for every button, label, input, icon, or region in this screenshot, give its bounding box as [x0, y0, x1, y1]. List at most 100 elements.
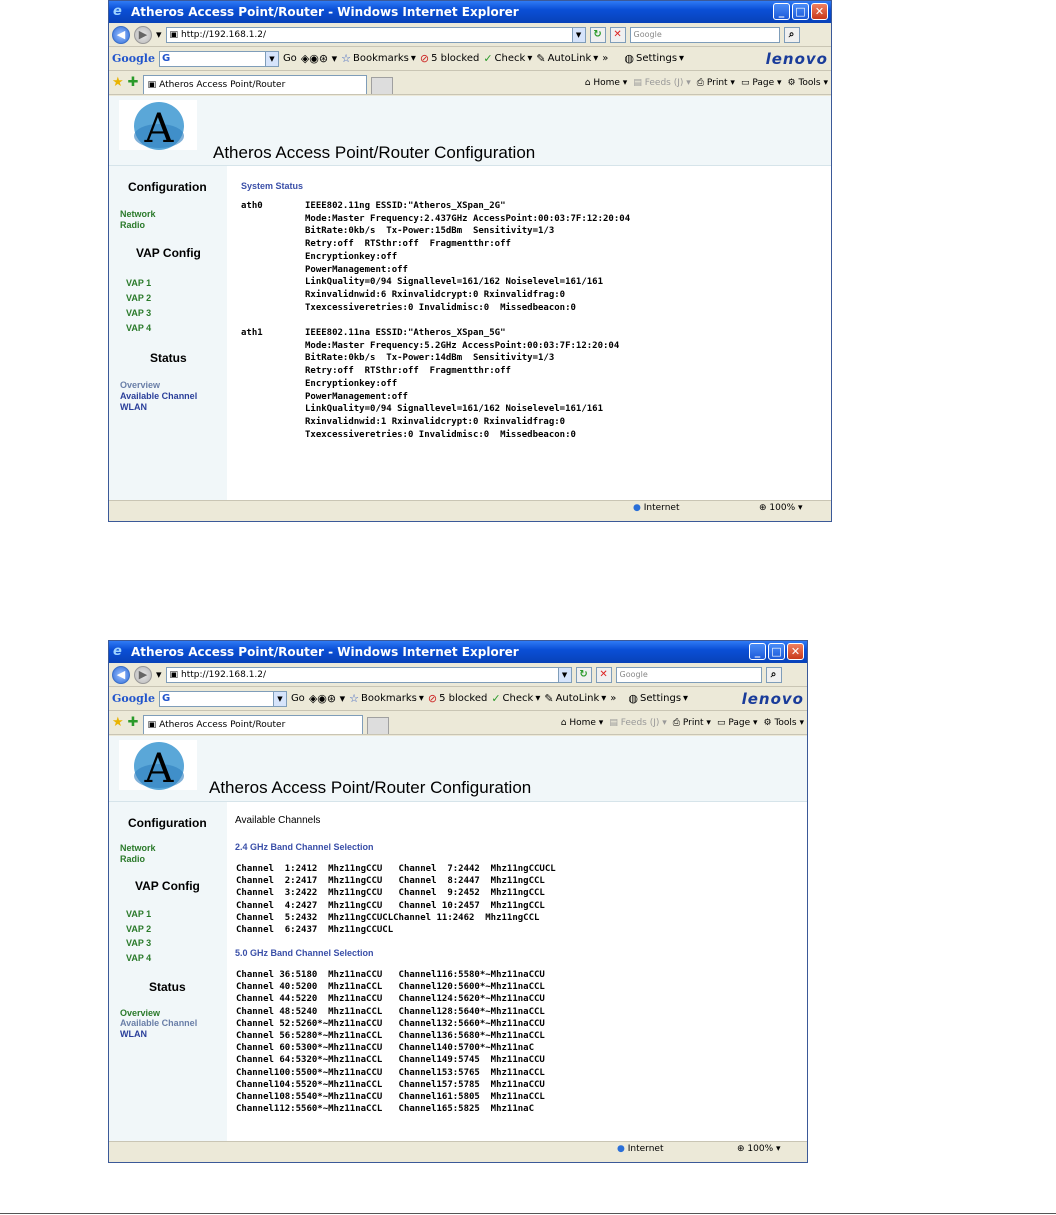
more-tools-button[interactable]: » — [610, 693, 616, 704]
address-url: http://192.168.1.2/ — [181, 669, 267, 680]
google-search-field[interactable]: G ▼ — [158, 50, 279, 67]
autolink-button[interactable]: ✎ AutoLink ▾ — [544, 692, 606, 705]
popup-blocked-button[interactable]: ⊘ 5 blocked — [428, 692, 487, 705]
history-dropdown-icon[interactable]: ▾ — [156, 28, 162, 41]
print-button[interactable]: ⎙ Print ▾ — [697, 78, 735, 88]
sidebar-item-vap1[interactable]: VAP 1 — [126, 909, 151, 920]
home-button[interactable]: ⌂ Home ▾ — [561, 718, 604, 728]
add-favorites-icon[interactable]: ✚ — [128, 75, 139, 90]
print-button[interactable]: ⎙ Print ▾ — [673, 718, 711, 728]
new-tab-button[interactable] — [370, 76, 393, 94]
tools-menu-button[interactable]: ⚙ Tools ▾ — [788, 78, 829, 88]
page-content: A Atheros Access Point/Router Configurat… — [109, 96, 831, 503]
toolbar-tools-icons[interactable]: ◈◉⊛ ▾ — [301, 52, 337, 65]
settings-button[interactable]: ◍ Settings ▾ — [628, 692, 688, 705]
spellcheck-button[interactable]: ✓ Check ▾ — [491, 692, 540, 705]
page-icon: ▣ — [169, 669, 179, 680]
favorites-star-icon[interactable]: ★ — [112, 75, 124, 90]
sidebar-item-wlan[interactable]: WLAN — [120, 1029, 147, 1040]
sidebar: Configuration Network Radio VAP Config V… — [109, 802, 227, 1144]
sidebar-item-network[interactable]: Network — [120, 209, 156, 220]
search-input[interactable]: Google — [615, 666, 762, 683]
address-bar[interactable]: ▣ http://192.168.1.2/ ▼ — [165, 666, 572, 683]
zoom-button[interactable]: ⊕ 100% ▾ — [759, 503, 803, 513]
sidebar-item-available-channel[interactable]: Available Channel — [120, 1018, 197, 1029]
refresh-button[interactable]: ↻ — [575, 666, 592, 683]
page-menu-button[interactable]: ▭ Page ▾ — [717, 718, 758, 728]
new-tab-button[interactable] — [366, 716, 389, 734]
go-button[interactable]: Go — [283, 53, 297, 64]
google-search-field[interactable]: G ▼ — [158, 690, 287, 707]
bookmarks-button[interactable]: ☆ Bookmarks ▾ — [341, 52, 416, 65]
browser-window-system-status: e Atheros Access Point/Router - Windows … — [108, 0, 832, 522]
sidebar-item-vap4[interactable]: VAP 4 — [126, 953, 151, 964]
zone-label: Internet — [643, 503, 680, 513]
address-bar[interactable]: ▣ http://192.168.1.2/ ▼ — [165, 26, 586, 43]
sidebar-item-vap3[interactable]: VAP 3 — [126, 308, 151, 319]
add-favorites-icon[interactable]: ✚ — [128, 715, 139, 730]
bookmarks-button[interactable]: ☆ Bookmarks ▾ — [349, 692, 424, 705]
sidebar-item-radio[interactable]: Radio — [120, 220, 145, 231]
sidebar-item-overview[interactable]: Overview — [120, 380, 160, 391]
forward-button[interactable]: ▶ — [134, 665, 152, 684]
settings-button[interactable]: ◍ Settings ▾ — [624, 52, 684, 65]
sidebar-heading-status: Status — [150, 351, 187, 365]
zoom-button[interactable]: ⊕ 100% ▾ — [737, 1144, 781, 1154]
sidebar-item-vap2[interactable]: VAP 2 — [126, 293, 151, 304]
search-button[interactable]: ⌕ — [765, 666, 782, 683]
search-button[interactable]: ⌕ — [783, 26, 800, 43]
minimize-button[interactable]: _ — [773, 3, 790, 20]
sidebar-item-vap2[interactable]: VAP 2 — [126, 924, 151, 935]
sidebar-item-radio[interactable]: Radio — [120, 854, 145, 865]
tab-label: Atheros Access Point/Router — [159, 720, 286, 730]
feeds-button[interactable]: ▤ Feeds (J) ▾ — [633, 78, 690, 88]
back-button[interactable]: ◀ — [112, 665, 130, 684]
sidebar-item-network[interactable]: Network — [120, 843, 156, 854]
go-button[interactable]: Go — [291, 693, 305, 704]
close-button[interactable]: ✕ — [787, 643, 804, 660]
address-dropdown-icon[interactable]: ▼ — [571, 27, 585, 42]
tab-atheros[interactable]: ▣ Atheros Access Point/Router — [142, 74, 367, 94]
back-button[interactable]: ◀ — [112, 25, 130, 44]
more-tools-button[interactable]: » — [602, 53, 608, 64]
tab-atheros[interactable]: ▣ Atheros Access Point/Router — [142, 714, 363, 734]
sidebar-item-vap3[interactable]: VAP 3 — [126, 938, 151, 949]
address-dropdown-icon[interactable]: ▼ — [557, 667, 571, 682]
browser-window-available-channels: e Atheros Access Point/Router - Windows … — [108, 640, 808, 1163]
forward-button[interactable]: ▶ — [134, 25, 152, 44]
google-field-dropdown-icon[interactable]: ▼ — [264, 51, 278, 66]
title-bar: e Atheros Access Point/Router - Windows … — [109, 641, 807, 663]
close-button[interactable]: ✕ — [811, 3, 828, 20]
minimize-button[interactable]: _ — [749, 643, 766, 660]
bookmarks-label: Bookmarks — [360, 693, 417, 704]
search-input[interactable]: Google — [629, 26, 780, 43]
spellcheck-button[interactable]: ✓ Check ▾ — [483, 52, 532, 65]
favorites-star-icon[interactable]: ★ — [112, 715, 124, 730]
home-button[interactable]: ⌂ Home ▾ — [585, 78, 628, 88]
stop-button[interactable]: ✕ — [595, 666, 612, 683]
page-menu-button[interactable]: ▭ Page ▾ — [741, 78, 782, 88]
tools-menu-button[interactable]: ⚙ Tools ▾ — [764, 718, 805, 728]
atheros-logo: A — [119, 100, 197, 152]
sidebar-item-vap4[interactable]: VAP 4 — [126, 323, 151, 334]
search-placeholder: Google — [633, 30, 662, 39]
lenovo-logo: lenovo — [741, 689, 804, 708]
sidebar-item-available-channel[interactable]: Available Channel — [120, 391, 197, 402]
channel-list-5ghz: Channel 36:5180 Mhz11naCCU Channel116:55… — [236, 970, 545, 1115]
maximize-button[interactable]: □ — [768, 643, 785, 660]
google-field-dropdown-icon[interactable]: ▼ — [272, 691, 286, 706]
interface-label-ath1: ath1 — [241, 328, 263, 338]
stop-button[interactable]: ✕ — [609, 26, 626, 43]
history-dropdown-icon[interactable]: ▾ — [156, 668, 162, 681]
feeds-button[interactable]: ▤ Feeds (J) ▾ — [609, 718, 666, 728]
popup-blocked-button[interactable]: ⊘ 5 blocked — [420, 52, 479, 65]
refresh-button[interactable]: ↻ — [589, 26, 606, 43]
toolbar-tools-icons[interactable]: ◈◉⊛ ▾ — [309, 692, 345, 705]
autolink-button[interactable]: ✎ AutoLink ▾ — [536, 52, 598, 65]
sidebar-heading-configuration: Configuration — [128, 816, 207, 830]
sidebar-item-vap1[interactable]: VAP 1 — [126, 278, 151, 289]
sidebar-item-wlan[interactable]: WLAN — [120, 402, 147, 413]
globe-icon: ● — [617, 1144, 625, 1154]
star-icon: ☆ — [349, 692, 359, 705]
maximize-button[interactable]: □ — [792, 3, 809, 20]
